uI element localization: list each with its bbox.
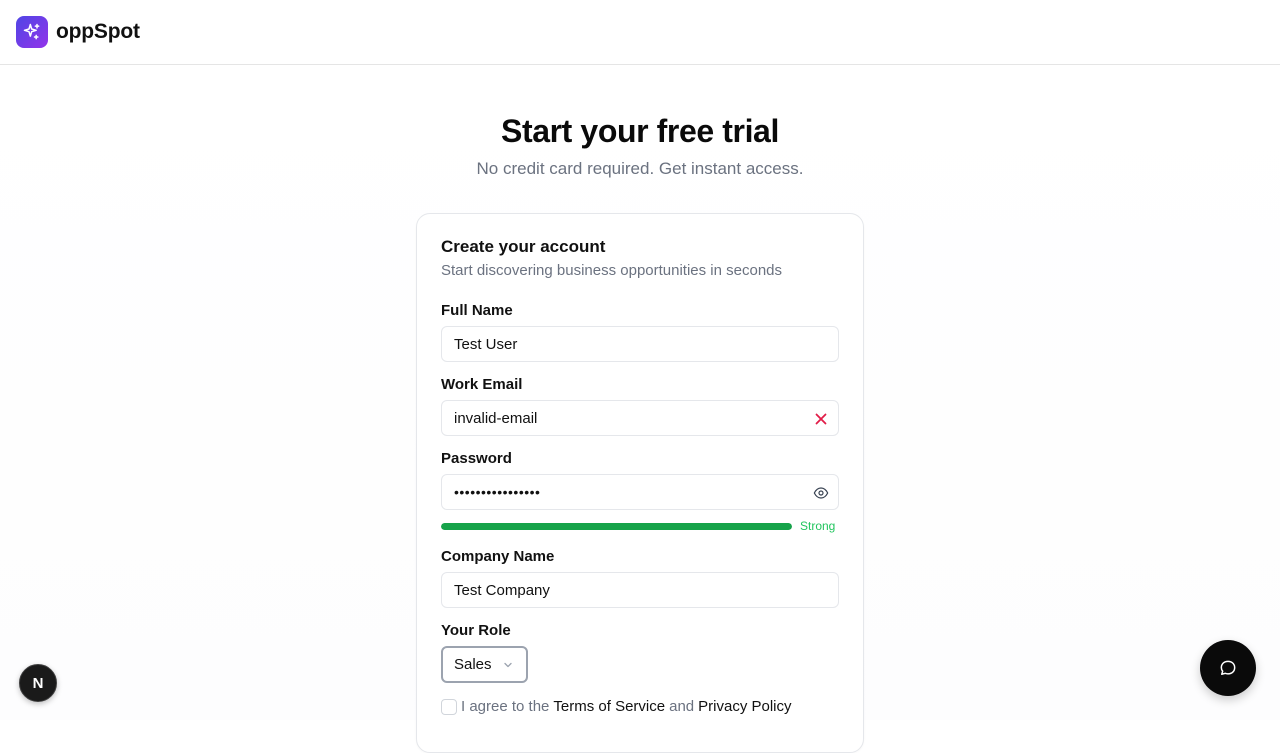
brand-name: oppSpot (56, 20, 140, 43)
work-email-value: invalid-email (454, 409, 538, 427)
terms-and: and (669, 698, 695, 715)
x-icon (812, 410, 830, 428)
password-value: •••••••••••••••• (454, 484, 541, 500)
nextjs-logo-icon: N (32, 674, 44, 692)
work-email-label: Work Email (441, 376, 523, 393)
signup-card: Create your account Start discovering bu… (416, 213, 864, 753)
card-subtitle: Start discovering business opportunities… (441, 262, 783, 279)
role-select[interactable]: Sales (441, 646, 528, 683)
terms-agreement: I agree to the Terms of Service and Priv… (441, 698, 796, 715)
role-label: Your Role (441, 622, 511, 639)
chevron-down-icon (503, 660, 513, 670)
brand-logo[interactable]: oppSpot (16, 16, 140, 48)
terms-checkbox[interactable] (441, 698, 457, 715)
top-header: oppSpot (0, 0, 1280, 65)
nextjs-dev-badge[interactable]: N (19, 664, 57, 702)
chat-launcher-button[interactable] (1200, 640, 1256, 696)
company-name-input[interactable]: Test Company (441, 572, 839, 608)
page-subtitle: No credit card required. Get instant acc… (476, 159, 804, 178)
privacy-policy-link[interactable]: Privacy Policy (698, 698, 791, 715)
chat-bubble-icon (1218, 658, 1238, 678)
work-email-input[interactable]: invalid-email (441, 400, 839, 436)
eye-icon[interactable] (812, 484, 830, 502)
terms-of-service-link[interactable]: Terms of Service (553, 698, 665, 715)
role-select-value: Sales (454, 656, 492, 673)
company-name-label: Company Name (441, 548, 555, 565)
password-label: Password (441, 450, 512, 467)
password-strength-label: Strong (800, 519, 836, 533)
page-title: Start your free trial (501, 113, 779, 149)
password-strength-bar (441, 523, 792, 530)
full-name-value: Test User (454, 335, 518, 353)
signup-page: Start your free trial No credit card req… (0, 65, 1280, 753)
password-strength-fill (441, 523, 792, 530)
company-name-value: Test Company (454, 581, 550, 599)
sparkles-icon (16, 16, 48, 48)
full-name-label: Full Name (441, 302, 513, 319)
card-title: Create your account (441, 237, 606, 256)
full-name-input[interactable]: Test User (441, 326, 839, 362)
terms-prefix: I agree to the (461, 698, 550, 715)
password-input[interactable]: •••••••••••••••• (441, 474, 839, 510)
